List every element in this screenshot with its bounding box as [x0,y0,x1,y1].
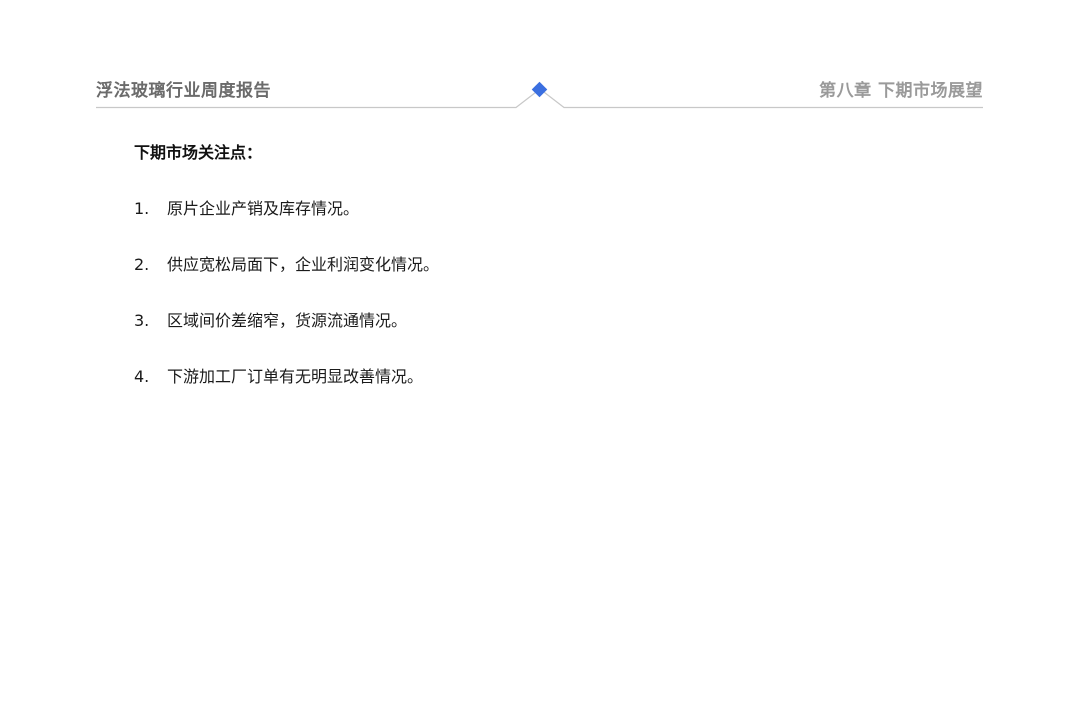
list-item-number: 2. [134,255,150,274]
list-item-number: 4. [134,367,150,386]
main-content: 下期市场关注点： 1. 原片企业产销及库存情况。 2. 供应宽松局面下，企业利润… [134,140,934,420]
list-item: 1. 原片企业产销及库存情况。 [134,196,934,222]
list-item-text: 区域间价差缩窄，货源流通情况。 [167,311,408,330]
list-item-text: 下游加工厂订单有无明显改善情况。 [167,367,424,386]
section-heading: 下期市场关注点： [134,143,263,162]
header-divider [96,81,983,109]
page-header: 浮法玻璃行业周度报告 第八章 下期市场展望 [0,0,1080,120]
list-item-number: 3. [134,311,150,330]
list-item-number: 1. [134,199,150,218]
list-item: 3. 区域间价差缩窄，货源流通情况。 [134,308,934,334]
chapter-title: 第八章 下期市场展望 [819,81,983,101]
list-item-text: 供应宽松局面下，企业利润变化情况。 [167,255,440,274]
diamond-marker-icon [531,81,548,98]
list-item-text: 原片企业产销及库存情况。 [167,199,360,218]
focus-points-list: 1. 原片企业产销及库存情况。 2. 供应宽松局面下，企业利润变化情况。 3. … [134,196,934,390]
list-item: 4. 下游加工厂订单有无明显改善情况。 [134,364,934,390]
list-item: 2. 供应宽松局面下，企业利润变化情况。 [134,252,934,278]
report-title: 浮法玻璃行业周度报告 [96,81,271,101]
